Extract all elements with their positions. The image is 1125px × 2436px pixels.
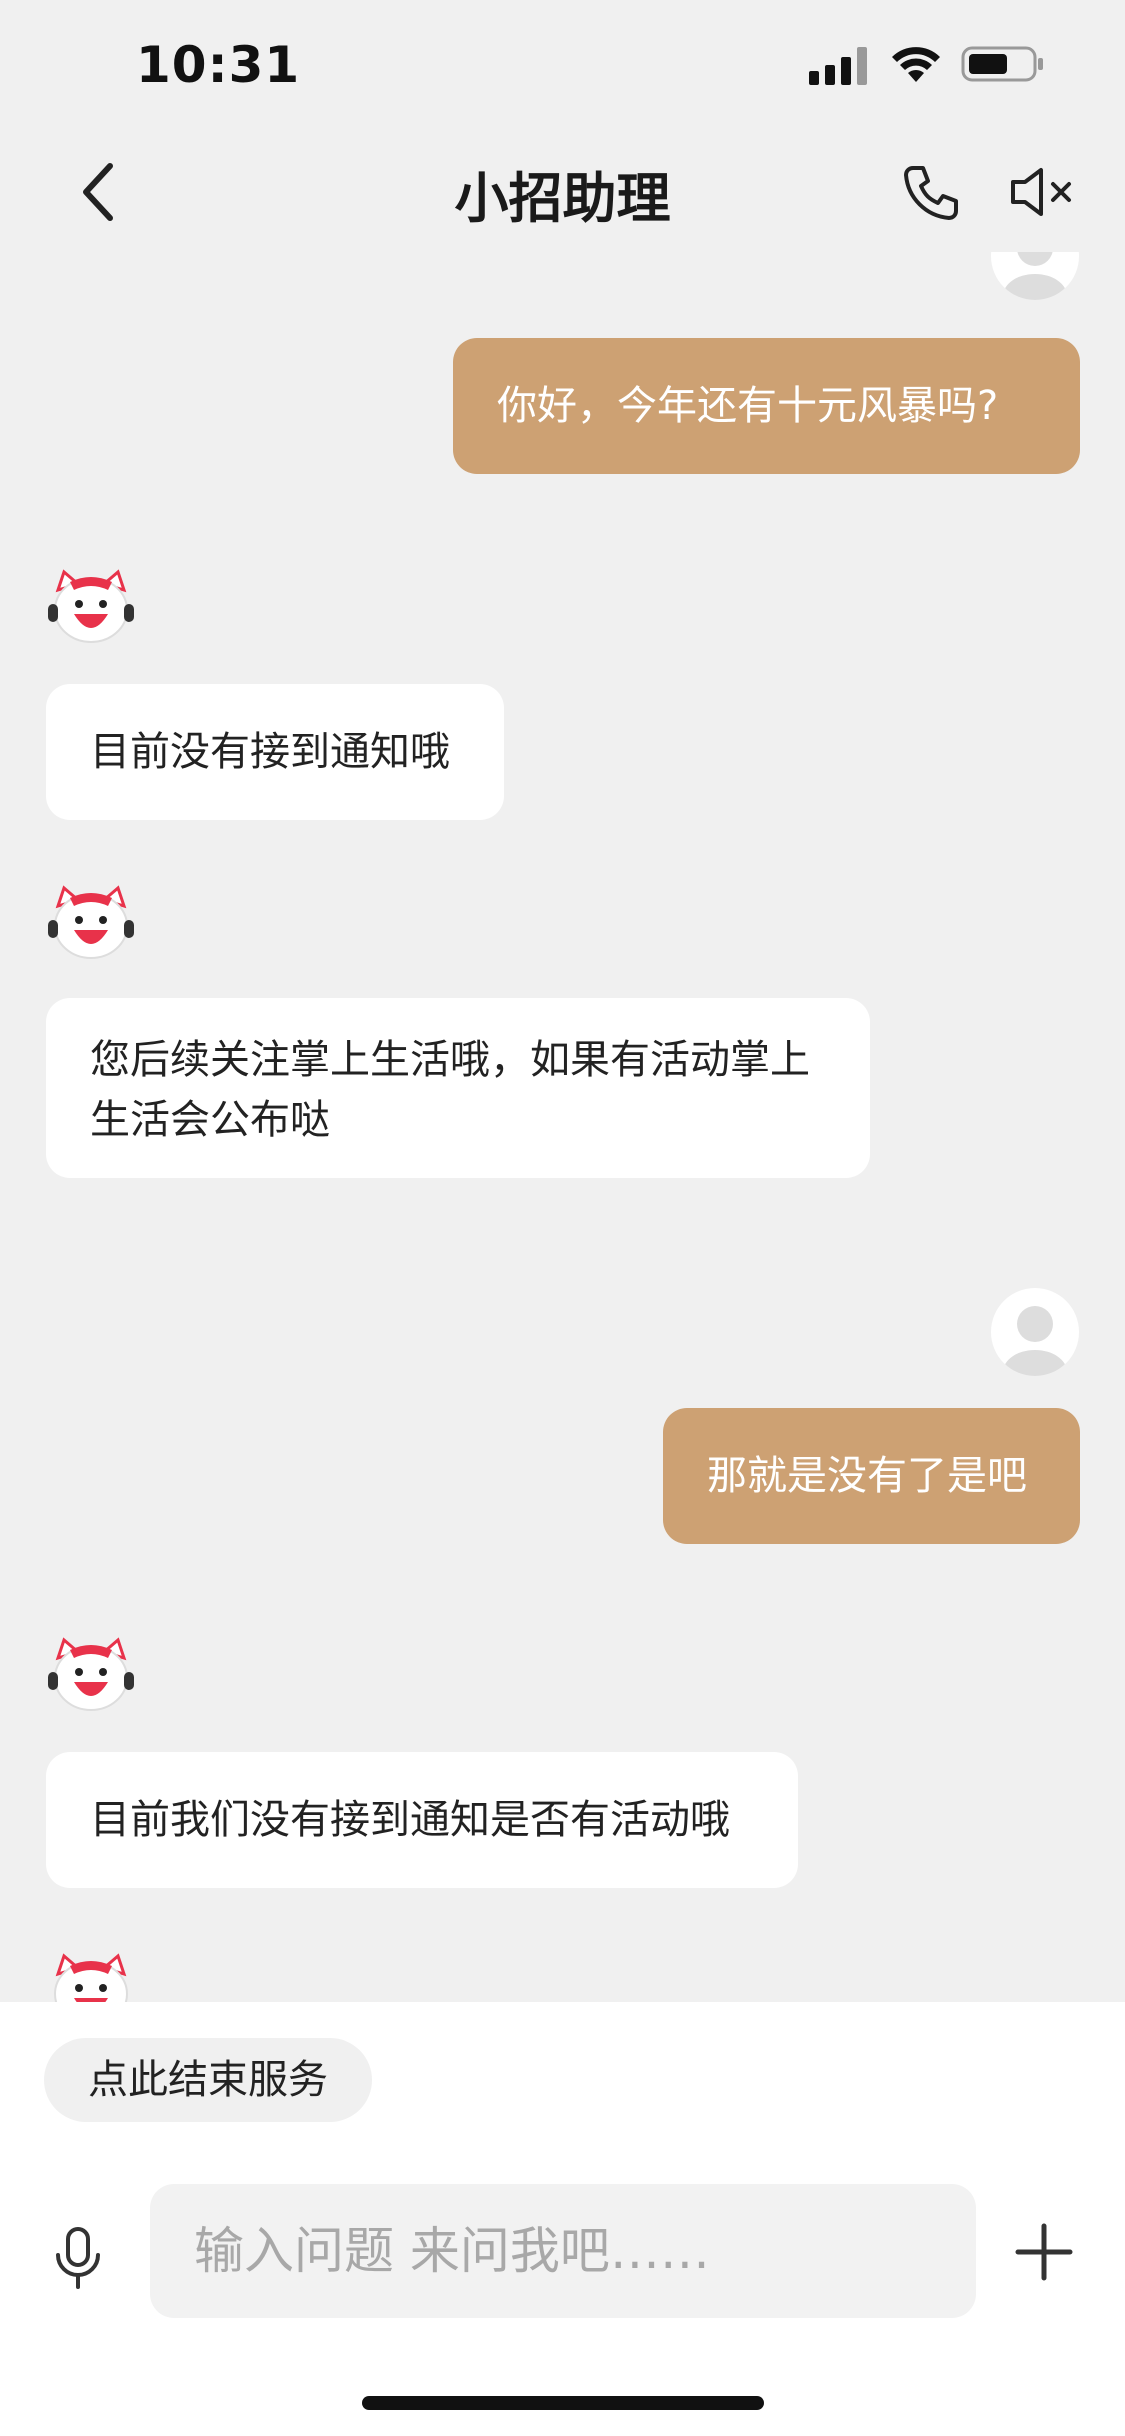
user-silhouette-icon <box>1003 1306 1067 1376</box>
message-text: 目前我们没有接到通知是否有活动哦 <box>90 1797 730 1843</box>
user-avatar <box>991 252 1079 300</box>
chat-messages: 你好，今年还有十元风暴吗? 目前没有接到通知哦 您后续关注掌上生活哦，如果有活动… <box>0 252 1125 2002</box>
add-attachment-button[interactable] <box>1012 2214 1076 2290</box>
status-time: 10:31 <box>136 36 301 94</box>
wifi-icon <box>889 44 943 84</box>
bot-avatar <box>46 1636 136 1716</box>
phone-icon <box>904 166 958 220</box>
voice-input-button[interactable] <box>40 2220 116 2296</box>
battery-icon <box>961 44 1045 84</box>
bot-avatar <box>46 1952 136 2002</box>
user-message-bubble: 你好，今年还有十元风暴吗? <box>453 338 1080 474</box>
message-text: 你好，今年还有十元风暴吗? <box>497 383 999 429</box>
mute-button[interactable] <box>1003 156 1083 228</box>
cat-mascot-icon <box>48 1637 134 1711</box>
user-message-bubble: 那就是没有了是吧 <box>663 1408 1080 1544</box>
bot-message-bubble: 您后续关注掌上生活哦，如果有活动掌上生活会公布哒 <box>46 998 870 1178</box>
user-silhouette-icon <box>1003 252 1067 300</box>
cat-mascot-icon <box>48 885 134 959</box>
status-icons <box>809 42 1045 86</box>
status-bar: 10:31 <box>0 0 1125 132</box>
message-input[interactable] <box>150 2184 976 2318</box>
bot-message-bubble: 目前我们没有接到通知是否有活动哦 <box>46 1752 798 1888</box>
bot-avatar <box>46 568 136 648</box>
bot-message-bubble: 目前没有接到通知哦 <box>46 684 504 820</box>
call-button[interactable] <box>895 156 967 228</box>
end-service-button[interactable]: 点此结束服务 <box>44 2038 372 2122</box>
plus-icon <box>1015 2223 1073 2281</box>
message-text: 目前没有接到通知哦 <box>90 729 450 775</box>
home-indicator[interactable] <box>362 2396 764 2410</box>
message-text: 您后续关注掌上生活哦，如果有活动掌上生活会公布哒 <box>90 1037 810 1143</box>
chat-header: 小招助理 <box>0 132 1125 252</box>
speaker-mute-icon <box>1011 168 1071 216</box>
cat-mascot-icon <box>54 1953 128 2002</box>
cat-mascot-icon <box>48 569 134 643</box>
bot-avatar <box>46 884 136 964</box>
message-text: 那就是没有了是吧 <box>707 1453 1027 1499</box>
signal-icon <box>809 43 871 85</box>
microphone-icon <box>56 2227 100 2289</box>
input-panel: 点此结束服务 <box>0 2002 1125 2436</box>
user-avatar <box>991 1288 1079 1376</box>
